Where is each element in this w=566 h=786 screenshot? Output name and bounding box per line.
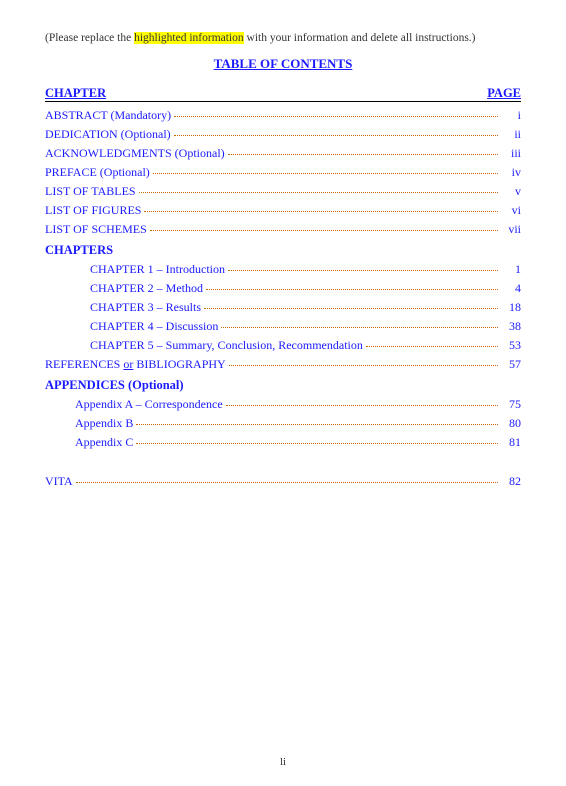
toc-chapter-5-dots bbox=[366, 346, 498, 347]
toc-vita-label: VITA bbox=[45, 474, 73, 489]
toc-chapter-4-dots bbox=[221, 327, 498, 328]
toc-abstract-dots bbox=[174, 116, 498, 117]
toc-list-schemes-label: LIST OF SCHEMES bbox=[45, 222, 147, 237]
toc-chapter-1-dots bbox=[228, 270, 498, 271]
toc-abstract-page: i bbox=[501, 108, 521, 123]
toc-chapter-4-page: 38 bbox=[501, 319, 521, 334]
chapters-list: CHAPTER 1 – Introduction 1 CHAPTER 2 – M… bbox=[45, 262, 521, 353]
toc-list-figures-dots bbox=[144, 211, 498, 212]
toc-list-tables-page: v bbox=[501, 184, 521, 199]
toc-acknowledgments-dots bbox=[228, 154, 498, 155]
toc-list-figures-page: vi bbox=[501, 203, 521, 218]
toc-vita: VITA 82 bbox=[45, 474, 521, 489]
toc-dedication-label: DEDICATION (Optional) bbox=[45, 127, 171, 142]
toc-list-schemes: LIST OF SCHEMES vii bbox=[45, 222, 521, 237]
instruction-text: (Please replace the highlighted informat… bbox=[45, 30, 521, 46]
toc-appendix-b-label: Appendix B bbox=[75, 416, 133, 431]
appendices-section-header: APPENDICES (Optional) bbox=[45, 378, 521, 393]
toc-chapter-2-page: 4 bbox=[501, 281, 521, 296]
toc-appendix-a-dots bbox=[226, 405, 498, 406]
toc-preface: PREFACE (Optional) iv bbox=[45, 165, 521, 180]
toc-chapter-3: CHAPTER 3 – Results 18 bbox=[90, 300, 521, 315]
toc-preface-page: iv bbox=[501, 165, 521, 180]
toc-chapter-2: CHAPTER 2 – Method 4 bbox=[90, 281, 521, 296]
page-header-label: PAGE bbox=[487, 86, 521, 101]
toc-appendix-c: Appendix C 81 bbox=[75, 435, 521, 450]
toc-dedication-page: ii bbox=[501, 127, 521, 142]
toc-chapter-4: CHAPTER 4 – Discussion 38 bbox=[90, 319, 521, 334]
toc-chapter-4-label: CHAPTER 4 – Discussion bbox=[90, 319, 218, 334]
toc-chapter-5-page: 53 bbox=[501, 338, 521, 353]
toc-preface-dots bbox=[153, 173, 498, 174]
footer-page-number: li bbox=[280, 756, 286, 768]
toc-chapter-3-label: CHAPTER 3 – Results bbox=[90, 300, 201, 315]
page-title: TABLE OF CONTENTS bbox=[45, 56, 521, 72]
toc-appendix-a-label: Appendix A – Correspondence bbox=[75, 397, 223, 412]
toc-chapter-5: CHAPTER 5 – Summary, Conclusion, Recomme… bbox=[90, 338, 521, 353]
toc-list-figures: LIST OF FIGURES vi bbox=[45, 203, 521, 218]
page-footer: li bbox=[0, 756, 566, 768]
toc-chapter-3-page: 18 bbox=[501, 300, 521, 315]
toc-acknowledgments-page: iii bbox=[501, 146, 521, 161]
toc-references: REFERENCES or BIBLIOGRAPHY 57 bbox=[45, 357, 521, 372]
toc-appendix-b-page: 80 bbox=[501, 416, 521, 431]
toc-abstract: ABSTRACT (Mandatory) i bbox=[45, 108, 521, 123]
page: (Please replace the highlighted informat… bbox=[0, 0, 566, 786]
toc-abstract-label: ABSTRACT (Mandatory) bbox=[45, 108, 171, 123]
toc-acknowledgments: ACKNOWLEDGMENTS (Optional) iii bbox=[45, 146, 521, 161]
toc-list-tables-dots bbox=[139, 192, 498, 193]
chapters-section-header: CHAPTERS bbox=[45, 243, 521, 258]
toc-chapter-2-label: CHAPTER 2 – Method bbox=[90, 281, 203, 296]
toc-appendix-a-page: 75 bbox=[501, 397, 521, 412]
toc-chapter-1-label: CHAPTER 1 – Introduction bbox=[90, 262, 225, 277]
toc-list-tables-label: LIST OF TABLES bbox=[45, 184, 136, 199]
vita-section: VITA 82 bbox=[45, 474, 521, 489]
toc-appendix-a: Appendix A – Correspondence 75 bbox=[75, 397, 521, 412]
toc-references-label: REFERENCES or BIBLIOGRAPHY bbox=[45, 357, 226, 372]
toc-preface-label: PREFACE (Optional) bbox=[45, 165, 150, 180]
toc-appendix-c-label: Appendix C bbox=[75, 435, 133, 450]
toc-chapter-5-label: CHAPTER 5 – Summary, Conclusion, Recomme… bbox=[90, 338, 363, 353]
toc-list-schemes-page: vii bbox=[501, 222, 521, 237]
toc-chapter-1: CHAPTER 1 – Introduction 1 bbox=[90, 262, 521, 277]
toc-list-schemes-dots bbox=[150, 230, 498, 231]
toc-dedication-dots bbox=[174, 135, 498, 136]
appendices-list: Appendix A – Correspondence 75 Appendix … bbox=[45, 397, 521, 450]
toc-references-dots bbox=[229, 365, 498, 366]
toc-chapter-2-dots bbox=[206, 289, 498, 290]
toc-chapter-1-page: 1 bbox=[501, 262, 521, 277]
toc-appendix-b: Appendix B 80 bbox=[75, 416, 521, 431]
toc-acknowledgments-label: ACKNOWLEDGMENTS (Optional) bbox=[45, 146, 225, 161]
toc-header: CHAPTER PAGE bbox=[45, 86, 521, 102]
toc-appendix-c-page: 81 bbox=[501, 435, 521, 450]
toc-list-tables: LIST OF TABLES v bbox=[45, 184, 521, 199]
toc-references-page: 57 bbox=[501, 357, 521, 372]
toc-list-figures-label: LIST OF FIGURES bbox=[45, 203, 141, 218]
toc-appendix-b-dots bbox=[136, 424, 498, 425]
toc-vita-dots bbox=[76, 482, 498, 483]
toc-dedication: DEDICATION (Optional) ii bbox=[45, 127, 521, 142]
toc-vita-page: 82 bbox=[501, 474, 521, 489]
chapter-header-label: CHAPTER bbox=[45, 86, 106, 101]
toc-appendix-c-dots bbox=[136, 443, 498, 444]
toc-chapter-3-dots bbox=[204, 308, 498, 309]
